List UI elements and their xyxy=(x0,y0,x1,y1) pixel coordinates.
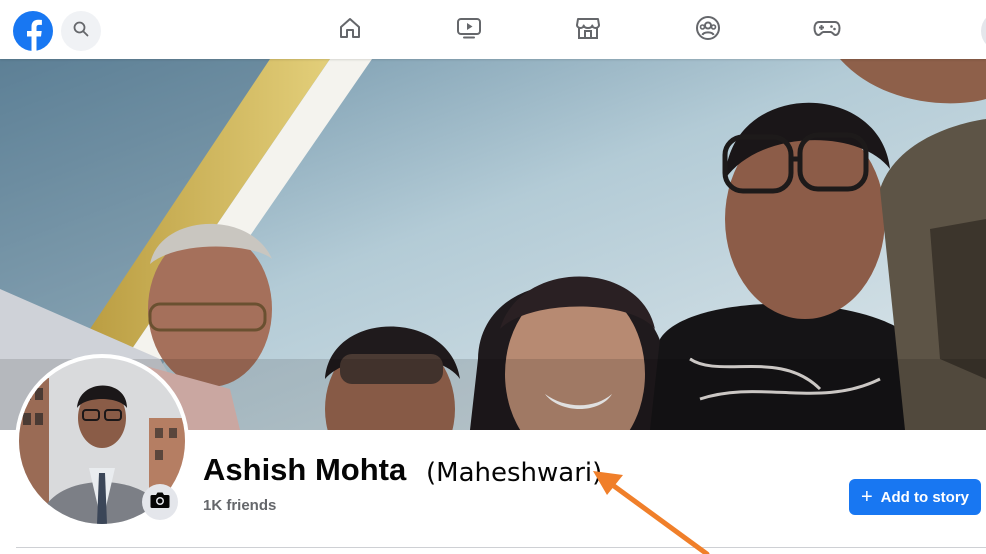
video-icon xyxy=(456,16,482,45)
gaming-icon xyxy=(813,17,841,44)
nav-home[interactable] xyxy=(337,17,363,43)
search-icon xyxy=(73,21,89,42)
search-button[interactable] xyxy=(61,11,101,51)
profile-alternate-name: (Maheshwari) xyxy=(426,458,603,488)
nav-gaming[interactable] xyxy=(813,17,841,44)
nav-marketplace[interactable] xyxy=(575,17,601,43)
section-divider xyxy=(16,547,986,548)
groups-icon xyxy=(695,15,721,46)
account-avatar[interactable] xyxy=(981,11,986,51)
update-profile-picture-button[interactable] xyxy=(142,484,178,520)
top-navigation-bar xyxy=(0,0,986,59)
plus-icon: + xyxy=(860,486,873,508)
nav-video[interactable] xyxy=(456,17,482,43)
friends-count[interactable]: 1K friends xyxy=(203,497,276,514)
profile-name: Ashish Mohta xyxy=(203,452,407,487)
nav-groups[interactable] xyxy=(695,15,721,46)
add-to-story-label: Add to story xyxy=(880,488,970,506)
home-icon xyxy=(338,16,362,45)
camera-icon xyxy=(150,491,170,514)
annotation-arrow-icon xyxy=(593,471,710,554)
facebook-logo-icon[interactable] xyxy=(13,11,53,51)
marketplace-icon xyxy=(575,16,601,45)
add-to-story-button[interactable]: + Add to story xyxy=(849,479,981,515)
